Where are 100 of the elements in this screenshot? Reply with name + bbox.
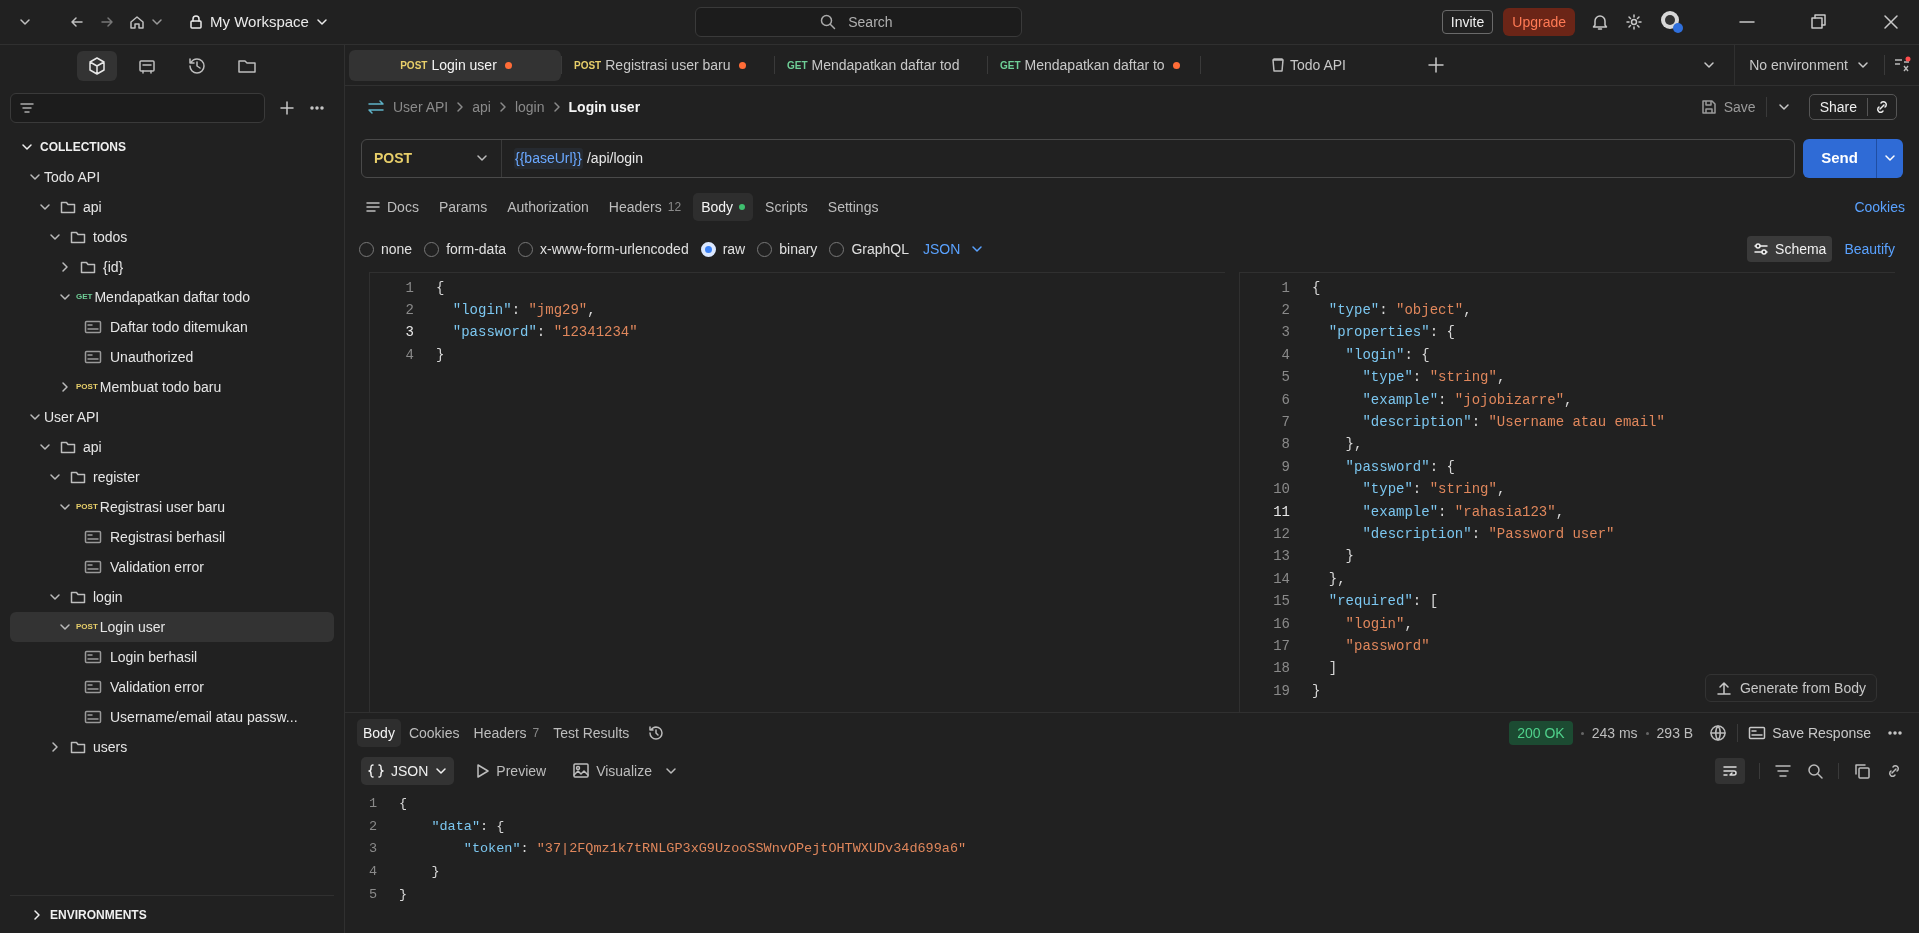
radio-label[interactable]: binary xyxy=(779,238,818,260)
workspace-selector[interactable]: My Workspace xyxy=(188,10,329,34)
tree-item[interactable]: Validation error xyxy=(10,672,334,702)
filter-field[interactable] xyxy=(10,93,265,123)
code-line: }, xyxy=(1327,569,1346,589)
section-header[interactable]: COLLECTIONS xyxy=(0,132,344,162)
invite-button[interactable]: Invite xyxy=(1441,10,1494,34)
share-button[interactable]: Share xyxy=(1808,94,1897,120)
history-icon xyxy=(187,55,207,76)
section-header[interactable]: ENVIRONMENTS xyxy=(10,895,334,933)
request-tab[interactable]: GET Mendapatkan daftar to xyxy=(988,49,1200,81)
example-icon xyxy=(84,709,102,725)
url-field[interactable]: {{baseUrl}} /api/login xyxy=(502,147,1794,169)
history-icon[interactable] xyxy=(647,724,666,742)
line-number: 3 xyxy=(404,323,414,343)
tree-item[interactable]: Unauthorized xyxy=(10,342,334,372)
breadcrumb-link[interactable]: login xyxy=(514,96,545,118)
request-section-tab[interactable]: Authorization xyxy=(499,193,597,221)
tree-item[interactable]: {id} xyxy=(10,252,334,282)
code-line: } xyxy=(1312,681,1321,701)
cookies-link[interactable]: Cookies xyxy=(1854,196,1907,218)
restore-icon[interactable] xyxy=(1809,12,1829,32)
close-icon[interactable] xyxy=(1881,12,1901,32)
radio-label[interactable]: form-data xyxy=(446,238,507,260)
code-line: "token": "37|2FQmz1k7tRNLGP3xG9UzooSSWnvOPejtOHTWXUDv34d699a6" xyxy=(462,840,967,859)
request-section-tab[interactable]: Headers 12 xyxy=(600,193,690,221)
code-line: "login", xyxy=(1344,614,1413,634)
format-selector[interactable]: JSON xyxy=(922,238,985,260)
line-number: 16 xyxy=(1272,614,1290,634)
code-line: "example": "rahasia123", xyxy=(1361,502,1565,522)
request-tab[interactable]: Todo API xyxy=(1201,49,1413,81)
save-button[interactable]: Save xyxy=(1699,96,1756,118)
sidebar-view-tab[interactable] xyxy=(77,50,117,81)
tree-item[interactable]: login xyxy=(10,582,334,612)
line-number: 4 xyxy=(367,862,377,881)
response-tab[interactable]: Headers 7 xyxy=(467,719,546,747)
response-view-tab[interactable]: JSON xyxy=(361,757,455,785)
tree-item[interactable]: User API xyxy=(10,402,334,432)
breadcrumb-link[interactable]: User API xyxy=(393,96,449,118)
home-icon[interactable] xyxy=(128,13,146,31)
response-view-tab[interactable]: Visualize xyxy=(566,757,658,785)
request-section-tab[interactable]: Docs xyxy=(357,193,427,221)
copy-icon[interactable] xyxy=(1853,762,1871,780)
request-tab[interactable]: POST Registrasi user baru xyxy=(562,49,774,81)
method-selector[interactable]: POST xyxy=(362,139,502,177)
plus-icon[interactable] xyxy=(279,100,295,116)
tree-item[interactable]: api xyxy=(10,432,334,462)
bell-icon[interactable] xyxy=(1591,13,1609,31)
globe-icon[interactable] xyxy=(1709,724,1728,742)
code-line: "password": { xyxy=(1344,457,1455,477)
save-response-button[interactable]: Save Response xyxy=(1748,722,1871,744)
line-number: 1 xyxy=(367,795,377,814)
radio-label[interactable]: x-www-form-urlencoded xyxy=(540,238,689,260)
search-field[interactable]: Search xyxy=(694,7,1022,37)
code-line: "data": { xyxy=(430,817,505,836)
filter-icon[interactable] xyxy=(1774,762,1792,780)
line-number: 9 xyxy=(1280,457,1290,477)
variables-icon[interactable] xyxy=(1893,56,1911,74)
response-tab[interactable]: Cookies xyxy=(402,719,466,747)
wrap-icon[interactable] xyxy=(1722,763,1738,779)
radio-label[interactable]: none xyxy=(381,238,413,260)
code-line: } xyxy=(399,885,408,904)
tree-item[interactable]: Validation error xyxy=(10,552,334,582)
tree-item[interactable]: api xyxy=(10,192,334,222)
request-section-tab[interactable]: Params xyxy=(430,193,496,221)
tree-item[interactable]: Todo API xyxy=(10,162,334,192)
search-icon[interactable] xyxy=(1806,762,1824,780)
docs-icon xyxy=(365,199,381,215)
request-tab[interactable]: GET Mendapatkan daftar tod xyxy=(775,49,987,81)
tree-item[interactable]: register xyxy=(10,462,334,492)
response-tab[interactable]: Test Results xyxy=(547,719,636,747)
response-view-tab[interactable]: Preview xyxy=(468,757,553,785)
folder-icon xyxy=(60,439,76,455)
tree-item[interactable]: Login berhasil xyxy=(10,642,334,672)
environment-selector[interactable]: No environment xyxy=(1735,54,1884,76)
tree-item[interactable]: users xyxy=(10,732,334,762)
radio-label[interactable]: raw xyxy=(722,238,746,260)
tree-item[interactable]: Daftar todo ditemukan xyxy=(10,312,334,342)
radio-label[interactable]: GraphQL xyxy=(851,238,909,260)
plus-icon[interactable] xyxy=(1427,56,1445,74)
tree-item[interactable]: Username/email atau passw... xyxy=(10,702,334,732)
generate-button[interactable]: Generate from Body xyxy=(1704,674,1877,702)
line-number: 19 xyxy=(1272,681,1290,701)
line-number: 2 xyxy=(1280,301,1290,321)
breadcrumb-link[interactable]: api xyxy=(472,96,491,118)
tree-item[interactable]: todos xyxy=(10,222,334,252)
schema-toggle[interactable]: Schema xyxy=(1747,236,1833,262)
braces-icon xyxy=(367,763,385,779)
request-section-tab[interactable]: Body xyxy=(693,193,754,221)
code-line: "password": "12341234" xyxy=(451,323,638,343)
response-tab[interactable]: Body xyxy=(357,719,401,747)
code-line: "password" xyxy=(1344,636,1430,656)
beautify-button[interactable]: Beautify xyxy=(1844,238,1895,260)
request-section-tab[interactable]: Scripts xyxy=(757,193,816,221)
upgrade-button[interactable]: Upgrade xyxy=(1503,8,1575,36)
request-tab[interactable]: POST Login user xyxy=(349,49,561,81)
tree-item[interactable]: Registrasi berhasil xyxy=(10,522,334,552)
avatar-icon[interactable] xyxy=(1659,9,1685,35)
request-section-tab[interactable]: Settings xyxy=(819,193,887,221)
line-number: 3 xyxy=(367,840,377,859)
